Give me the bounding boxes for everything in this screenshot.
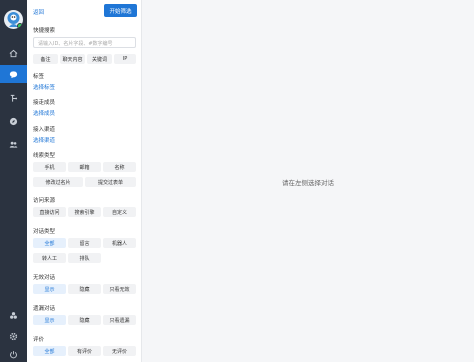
chip-name[interactable]: 名称: [103, 162, 136, 172]
apps-icon: [10, 311, 17, 319]
visit-source-label: 访问来源: [33, 198, 56, 204]
rating-label: 评价: [33, 337, 45, 343]
chip-has-rating[interactable]: 有评价: [68, 346, 101, 356]
nav-route[interactable]: [0, 89, 27, 107]
select-tag-link[interactable]: 选择标签: [33, 83, 55, 91]
chip-invalid-hide[interactable]: 隐藏: [68, 284, 101, 294]
online-status-dot: [17, 23, 23, 29]
nav-settings[interactable]: [0, 327, 27, 345]
home-icon: [9, 49, 18, 57]
chat-icon: [9, 70, 18, 78]
power-icon: [10, 350, 17, 358]
chip-message[interactable]: 留言: [68, 238, 101, 248]
channel-label: 接入渠道: [33, 127, 56, 133]
avatar[interactable]: [4, 10, 23, 29]
blocked-dialog-label: 遗漏对话: [33, 306, 56, 312]
chip-custom[interactable]: 自定义: [103, 207, 136, 217]
invalid-dialog-label: 无效对话: [33, 275, 56, 281]
chip-blocked-hide[interactable]: 隐藏: [68, 315, 101, 325]
chip-modified-card[interactable]: 修改过名片: [33, 177, 83, 187]
quick-search-label: 快捷搜索: [33, 28, 56, 34]
chip-keyword[interactable]: 关键词: [87, 54, 112, 64]
nav-users[interactable]: [0, 135, 27, 153]
route-icon: [10, 94, 18, 102]
member-label: 接走成员: [33, 100, 56, 106]
chip-submitted-form[interactable]: 提交过表单: [85, 177, 136, 187]
nav-compass[interactable]: [0, 112, 27, 130]
chip-chat-content[interactable]: 聊天内容: [60, 54, 85, 64]
chip-direct-visit[interactable]: 直接访问: [33, 207, 66, 217]
select-channel-link[interactable]: 选择渠道: [33, 136, 55, 144]
chip-blocked-only[interactable]: 只看遗漏: [103, 315, 136, 325]
tag-label: 标签: [33, 74, 45, 80]
chip-search-engine[interactable]: 搜索引擎: [68, 207, 101, 217]
nav-chat[interactable]: [0, 65, 27, 83]
chip-queue[interactable]: 排队: [68, 253, 101, 263]
filter-panel: 返回 开始筛选 快捷搜索 请输入ID、名片字段、#数字编号 备注 聊天内容 关键…: [27, 0, 142, 362]
dialog-type-label: 对话类型: [33, 229, 56, 235]
search-input[interactable]: 请输入ID、名片字段、#数字编号: [33, 37, 136, 48]
chip-note[interactable]: 备注: [33, 54, 58, 64]
conversation-area: 请在左侧选择对话: [142, 0, 474, 362]
chip-to-human[interactable]: 转人工: [33, 253, 66, 263]
chip-blocked-show[interactable]: 显示: [33, 315, 66, 325]
chip-invalid-only[interactable]: 只看无效: [103, 284, 136, 294]
chip-phone[interactable]: 手机: [33, 162, 66, 172]
chip-ip[interactable]: IP: [114, 54, 136, 64]
chip-dialog-all[interactable]: 全部: [33, 238, 66, 248]
lead-type-label: 线索类型: [33, 153, 56, 159]
start-filter-button[interactable]: 开始筛选: [104, 4, 137, 17]
nav-apps[interactable]: [0, 306, 27, 324]
settings-icon: [9, 332, 18, 340]
sidebar: [0, 0, 27, 362]
chip-robot[interactable]: 机器人: [103, 238, 136, 248]
chip-email[interactable]: 邮箱: [68, 162, 101, 172]
empty-state-text: 请在左侧选择对话: [282, 179, 334, 187]
nav-power[interactable]: [0, 345, 27, 362]
chip-no-rating[interactable]: 无评价: [103, 346, 136, 356]
compass-icon: [9, 117, 18, 125]
chip-invalid-show[interactable]: 显示: [33, 284, 66, 294]
back-link[interactable]: 返回: [33, 8, 44, 16]
users-icon: [9, 141, 18, 148]
chip-rating-all[interactable]: 全部: [33, 346, 66, 356]
select-member-link[interactable]: 选择成员: [33, 109, 55, 117]
nav-home[interactable]: [0, 44, 27, 62]
